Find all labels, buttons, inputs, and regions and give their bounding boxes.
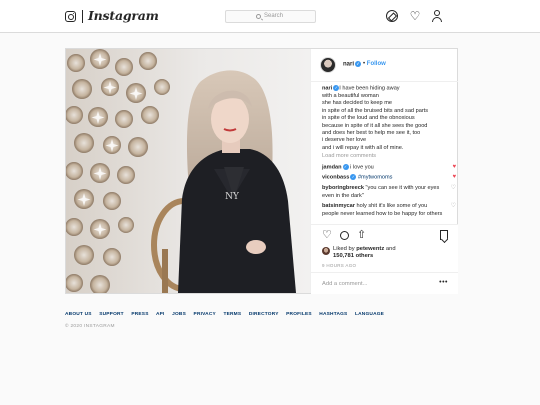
profile-icon[interactable] [431, 10, 443, 22]
copyright-text: © 2020 INSTAGRAM [65, 324, 115, 329]
save-bookmark-icon[interactable] [440, 230, 448, 240]
verified-badge-icon: ✓ [355, 61, 362, 67]
footer-link[interactable]: DIRECTORY [249, 312, 279, 317]
more-options-icon[interactable]: ••• [439, 279, 448, 286]
likes-prefix: Liked by [333, 246, 355, 252]
post-username[interactable]: nari ✓ [343, 61, 362, 68]
caption-line: with a beautiful woman [322, 92, 379, 99]
post-header: nari ✓ • Follow [311, 49, 458, 82]
like-heart-icon[interactable]: ♡ [322, 230, 333, 241]
explore-compass-icon[interactable] [386, 10, 398, 22]
profile-head-shape [434, 10, 440, 16]
comment-item: byboringbreeck "you can see it with your… [322, 185, 456, 200]
add-comment-placeholder: Add a comment... [322, 281, 368, 287]
comment-like-heart-icon[interactable]: ♡ [451, 203, 456, 210]
instagram-camera-icon[interactable] [65, 11, 76, 22]
add-comment-field[interactable]: Add a comment... ••• [311, 272, 458, 294]
comment-item: viconbass ✓ #mytwomoms ♥ [322, 174, 456, 182]
footer-link[interactable]: HASHTAGS [319, 312, 347, 317]
follow-area: • Follow [363, 61, 386, 67]
load-more-comments-link[interactable]: Load more comments [322, 153, 454, 160]
footer-link[interactable]: SUPPORT [99, 312, 124, 317]
comment-username[interactable]: viconbass [322, 175, 349, 181]
liker-username[interactable]: petewentz [356, 246, 384, 252]
liker-avatar[interactable] [322, 247, 330, 255]
footer-links: ABOUT US SUPPORT PRESS API JOBS PRIVACY … [65, 312, 390, 317]
follow-button[interactable]: Follow [367, 61, 386, 67]
search-input[interactable]: Search [225, 10, 316, 23]
top-navigation-bar: Instagram Search ♡ [0, 0, 540, 33]
comment-like-heart-icon[interactable]: ♥ [452, 164, 456, 171]
verified-badge-icon: ✓ [350, 174, 357, 181]
footer-link[interactable]: API [156, 312, 165, 317]
comment-username[interactable]: jamdan [322, 164, 342, 170]
caption-line: and does her best to help me see it, too [322, 129, 421, 136]
comments-list: nari ✓I have been hiding away with a beau… [322, 85, 456, 218]
avatar[interactable] [320, 57, 336, 73]
share-icon[interactable]: ⇧ [357, 230, 368, 241]
post-photo-illustration: NY [66, 49, 310, 293]
hashtag-link[interactable]: #mytwomoms [358, 175, 393, 181]
search-placeholder: Search [264, 13, 284, 19]
footer-link[interactable]: JOBS [172, 312, 186, 317]
caption-line: in spite of the loud and the obnoxious [322, 115, 415, 122]
footer-link[interactable]: PRIVACY [194, 312, 216, 317]
footer-link[interactable]: LANGUAGE [355, 312, 384, 317]
footer-link[interactable]: PROFILES [286, 312, 312, 317]
comment-username[interactable]: batsinmycar [322, 203, 355, 209]
caption-line: nari ✓I have been hiding away [322, 85, 454, 93]
footer-link[interactable]: PRESS [131, 312, 148, 317]
caption-line: in spite of all the bruised bits and sad… [322, 107, 429, 114]
profile-body-shape [432, 17, 442, 22]
caption-line: i deserve her love [322, 137, 367, 144]
caption-username[interactable]: nari [322, 85, 332, 91]
footer-link[interactable]: ABOUT US [65, 312, 92, 317]
comment-like-heart-icon[interactable]: ♥ [452, 174, 456, 181]
caption-line: and i will repay it with all of mine. [322, 144, 404, 151]
post-timestamp[interactable]: 9 HOURS AGO [322, 263, 356, 268]
caption-text: I have been hiding away [339, 85, 400, 92]
search-icon [256, 14, 261, 19]
likes-others-link[interactable]: 150,781 others [333, 253, 373, 259]
verified-badge-icon: ✓ [342, 163, 349, 170]
caption-line: she has decided to keep me [322, 100, 392, 107]
comment-like-heart-icon[interactable]: ♡ [451, 185, 456, 192]
comment-username[interactable]: byboringbreeck [322, 185, 364, 191]
likes-and: and [385, 246, 396, 252]
comment-text: i love you [350, 164, 374, 171]
likes-summary: Liked by petewentz and 150,781 others [333, 246, 443, 260]
caption-line: because in spite of it all she sees the … [322, 122, 428, 129]
post-card: NY nari ✓ • Follow nari ✓I have been hidin… [65, 48, 458, 294]
instagram-logo[interactable]: Instagram [88, 8, 159, 23]
logo-divider [82, 10, 83, 23]
post-side-panel: nari ✓ • Follow nari ✓I have been hiding a… [310, 49, 458, 294]
post-actions-panel: ♡ ⇧ Liked by petewentz and 150,781 other… [311, 224, 458, 294]
comment-icon[interactable] [340, 231, 349, 240]
post-username-text[interactable]: nari [343, 62, 354, 68]
comment-item: jamdan ✓ i love you ♥ [322, 163, 456, 172]
footer-link[interactable]: TERMS [223, 312, 241, 317]
post-photo[interactable]: NY [66, 49, 310, 293]
svg-text:NY: NY [225, 192, 240, 202]
activity-heart-icon[interactable]: ♡ [409, 10, 421, 22]
comment-item: batsinmycar holy shit it's like some of … [322, 203, 456, 218]
follow-separator: • [363, 61, 366, 67]
